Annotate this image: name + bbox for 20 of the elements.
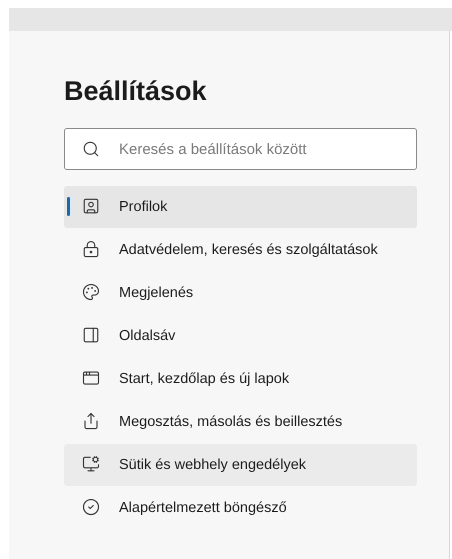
- check-icon: [82, 498, 100, 516]
- nav-item[interactable]: Megosztás, másolás és beillesztés: [64, 401, 417, 443]
- nav-item[interactable]: Adatvédelem, keresés és szolgáltatások: [64, 229, 417, 271]
- nav-item[interactable]: Alapértelmezett böngésző: [64, 487, 417, 529]
- profile-icon: [82, 197, 100, 215]
- nav-item[interactable]: Sütik és webhely engedélyek: [64, 444, 417, 486]
- search-icon: [82, 140, 100, 158]
- nav-item[interactable]: Profilok: [64, 186, 417, 228]
- lock-icon: [82, 240, 100, 258]
- window-icon: [82, 369, 100, 387]
- nav-item[interactable]: Start, kezdőlap és új lapok: [64, 358, 417, 400]
- palette-icon: [82, 283, 100, 301]
- selection-indicator: [67, 197, 70, 216]
- share-icon: [82, 412, 100, 430]
- sidebar-icon: [82, 326, 100, 344]
- page-title: Beállítások: [64, 75, 207, 108]
- search-field[interactable]: Keresés a beállítások között: [64, 128, 417, 170]
- nav-item[interactable]: Oldalsáv: [64, 315, 417, 357]
- nav-item[interactable]: Megjelenés: [64, 272, 417, 314]
- monitor-gear-icon: [82, 455, 100, 473]
